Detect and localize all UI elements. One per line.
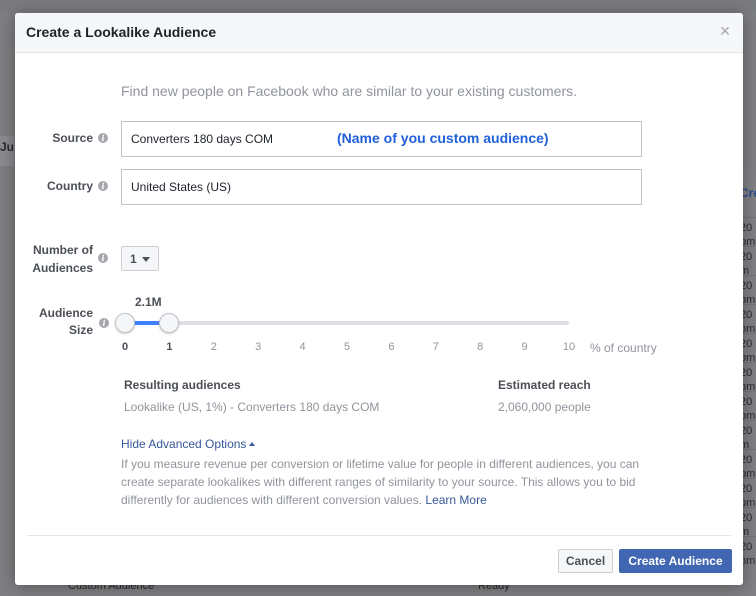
hide-advanced-options-link[interactable]: Hide Advanced Options — [121, 437, 256, 451]
slider-tick-label: 2 — [210, 341, 217, 353]
slider-tick-label: 0 — [121, 341, 129, 353]
advanced-options-description: If you measure revenue per conversion or… — [121, 455, 649, 509]
slider-tick-label: 6 — [388, 341, 395, 353]
source-label: Source — [52, 131, 93, 145]
size-info-icon[interactable]: i — [99, 318, 109, 328]
percent-of-country-label: % of country — [590, 341, 657, 355]
cancel-button[interactable]: Cancel — [558, 549, 613, 573]
source-annotation: (Name of you custom audience) — [337, 130, 549, 146]
advanced-description-text: If you measure revenue per conversion or… — [121, 457, 640, 507]
audiences-info-icon[interactable]: i — [98, 253, 108, 263]
country-label: Country — [47, 179, 93, 193]
slider-tick-label: 8 — [477, 341, 484, 353]
slider-tick-label: 1 — [166, 341, 173, 353]
learn-more-link[interactable]: Learn More — [425, 493, 486, 507]
estimated-reach-header: Estimated reach — [498, 378, 591, 392]
audiences-count-select[interactable]: 1 — [121, 246, 159, 271]
close-icon[interactable]: × — [717, 22, 733, 40]
slider-end-handle[interactable] — [159, 313, 180, 333]
slider-start-handle[interactable] — [115, 313, 135, 333]
source-value: Converters 180 days COM — [131, 132, 274, 146]
audiences-label-line2: Audiences — [32, 261, 93, 275]
audiences-label-line1: Number of — [33, 243, 93, 257]
country-input[interactable]: United States (US) — [121, 169, 642, 205]
slider-tick-label: 4 — [299, 341, 306, 353]
resulting-audience-name: Lookalike (US, 1%) - Converters 180 days… — [124, 400, 380, 414]
estimated-reach-value: 2,060,000 people — [498, 400, 591, 414]
size-label-line2: Size — [68, 323, 93, 337]
lookalike-audience-dialog: Create a Lookalike Audience × Find new p… — [15, 13, 743, 585]
chevron-up-icon — [249, 442, 256, 446]
dialog-intro: Find new people on Facebook who are simi… — [121, 83, 577, 99]
slider-tick-label: 9 — [521, 341, 528, 353]
slider-tick-label: 3 — [255, 341, 262, 353]
dialog-header: Create a Lookalike Audience × — [15, 13, 743, 53]
background-left-fragment: Ju — [0, 140, 15, 154]
source-info-icon[interactable]: i — [98, 133, 108, 143]
slider-tick-label: 10 — [562, 341, 576, 353]
audiences-count-value: 1 — [130, 252, 137, 266]
hide-advanced-options-label: Hide Advanced Options — [121, 437, 247, 451]
dialog-title: Create a Lookalike Audience — [26, 24, 217, 40]
country-info-icon[interactable]: i — [98, 181, 108, 191]
slider-tick-label: 7 — [432, 341, 439, 353]
size-label-line1: Audience — [38, 306, 93, 320]
resulting-audiences-header: Resulting audiences — [124, 378, 241, 392]
slider-tick-label: 5 — [343, 341, 351, 353]
footer-divider — [27, 535, 731, 536]
country-value: United States (US) — [131, 180, 232, 194]
audience-size-value: 2.1M — [135, 295, 162, 309]
background-top-bar — [0, 0, 756, 12]
chevron-down-icon — [142, 257, 150, 262]
audience-size-slider-track[interactable] — [125, 321, 569, 325]
create-audience-button[interactable]: Create Audience — [619, 549, 732, 573]
